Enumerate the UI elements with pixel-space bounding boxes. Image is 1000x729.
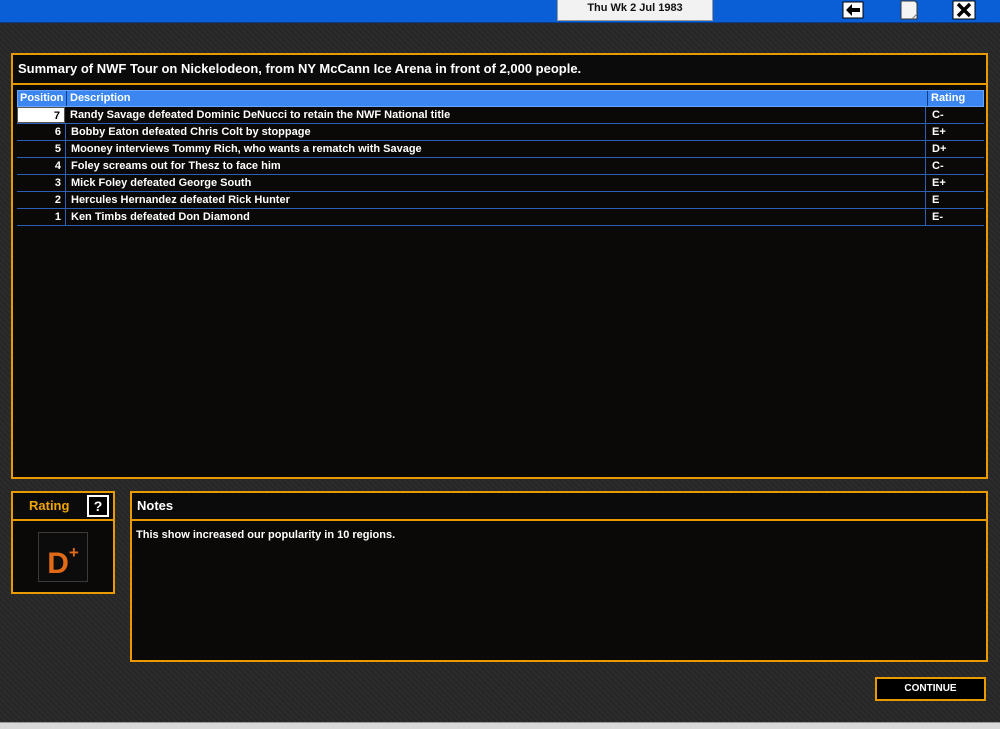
overall-grade: D+ <box>38 532 88 582</box>
notes-title: Notes <box>132 493 986 521</box>
cell-rating: C- <box>932 160 944 172</box>
summary-title: Summary of NWF Tour on Nickelodeon, from… <box>13 55 986 85</box>
cell-position: 7 <box>17 107 65 123</box>
document-icon[interactable] <box>896 0 922 20</box>
cell-description: Mick Foley defeated George South <box>66 175 926 191</box>
table-header: Position Description Rating <box>17 90 984 107</box>
close-icon[interactable] <box>951 0 977 20</box>
table-row[interactable]: 5 Mooney interviews Tommy Rich, who wants… <box>17 141 984 158</box>
table-row[interactable]: 1 Ken Timbs defeated Don Diamond E- <box>17 209 984 226</box>
cell-rating: C- <box>932 109 944 121</box>
table-row[interactable]: 6 Bobby Eaton defeated Chris Colt by stop… <box>17 124 984 141</box>
cell-description: Foley screams out for Thesz to face him <box>66 158 926 174</box>
show-summary-panel: Summary of NWF Tour on Nickelodeon, from… <box>11 53 988 479</box>
grade-letter: D <box>47 547 69 580</box>
cell-description: Hercules Hernandez defeated Rick Hunter <box>66 192 926 208</box>
notes-panel: Notes This show increased our popularity… <box>130 491 988 662</box>
cell-rating: E+ <box>932 177 946 189</box>
cell-position: 6 <box>17 124 66 140</box>
cell-rating: E <box>932 194 940 206</box>
cell-position: 1 <box>17 209 66 225</box>
grade-modifier: + <box>68 543 79 562</box>
table-row[interactable]: 4 Foley screams out for Thesz to face him… <box>17 158 984 175</box>
cell-position: 3 <box>17 175 66 191</box>
top-bar: Thu Wk 2 Jul 1983 <box>0 0 1000 23</box>
notes-text: This show increased our popularity in 10… <box>136 529 396 541</box>
table-row[interactable]: 3 Mick Foley defeated George South E+ <box>17 175 984 192</box>
column-header-rating[interactable]: Rating <box>928 91 983 106</box>
table-row[interactable]: 7 Randy Savage defeated Dominic DeNucci t… <box>17 107 984 124</box>
cell-position: 4 <box>17 158 66 174</box>
column-header-position[interactable]: Position <box>18 91 67 106</box>
cell-rating: D+ <box>932 143 947 155</box>
cell-position: 5 <box>17 141 66 157</box>
segments-table: Position Description Rating 7 Randy Savag… <box>17 90 984 226</box>
back-arrow-icon[interactable] <box>840 0 866 20</box>
cell-description: Randy Savage defeated Dominic DeNucci to… <box>65 107 926 123</box>
cell-rating: E- <box>932 211 943 223</box>
cell-description: Bobby Eaton defeated Chris Colt by stopp… <box>66 124 926 140</box>
rating-panel: Rating ? D+ <box>11 491 115 594</box>
cell-rating: E+ <box>932 126 946 138</box>
cell-description: Mooney interviews Tommy Rich, who wants … <box>66 141 926 157</box>
cell-description: Ken Timbs defeated Don Diamond <box>66 209 926 225</box>
table-row[interactable]: 2 Hercules Hernandez defeated Rick Hunter… <box>17 192 984 209</box>
column-header-description[interactable]: Description <box>67 91 928 106</box>
cell-position: 2 <box>17 192 66 208</box>
help-button[interactable]: ? <box>87 495 109 517</box>
date-display: Thu Wk 2 Jul 1983 <box>557 0 713 21</box>
continue-button[interactable]: CONTINUE <box>875 677 986 701</box>
